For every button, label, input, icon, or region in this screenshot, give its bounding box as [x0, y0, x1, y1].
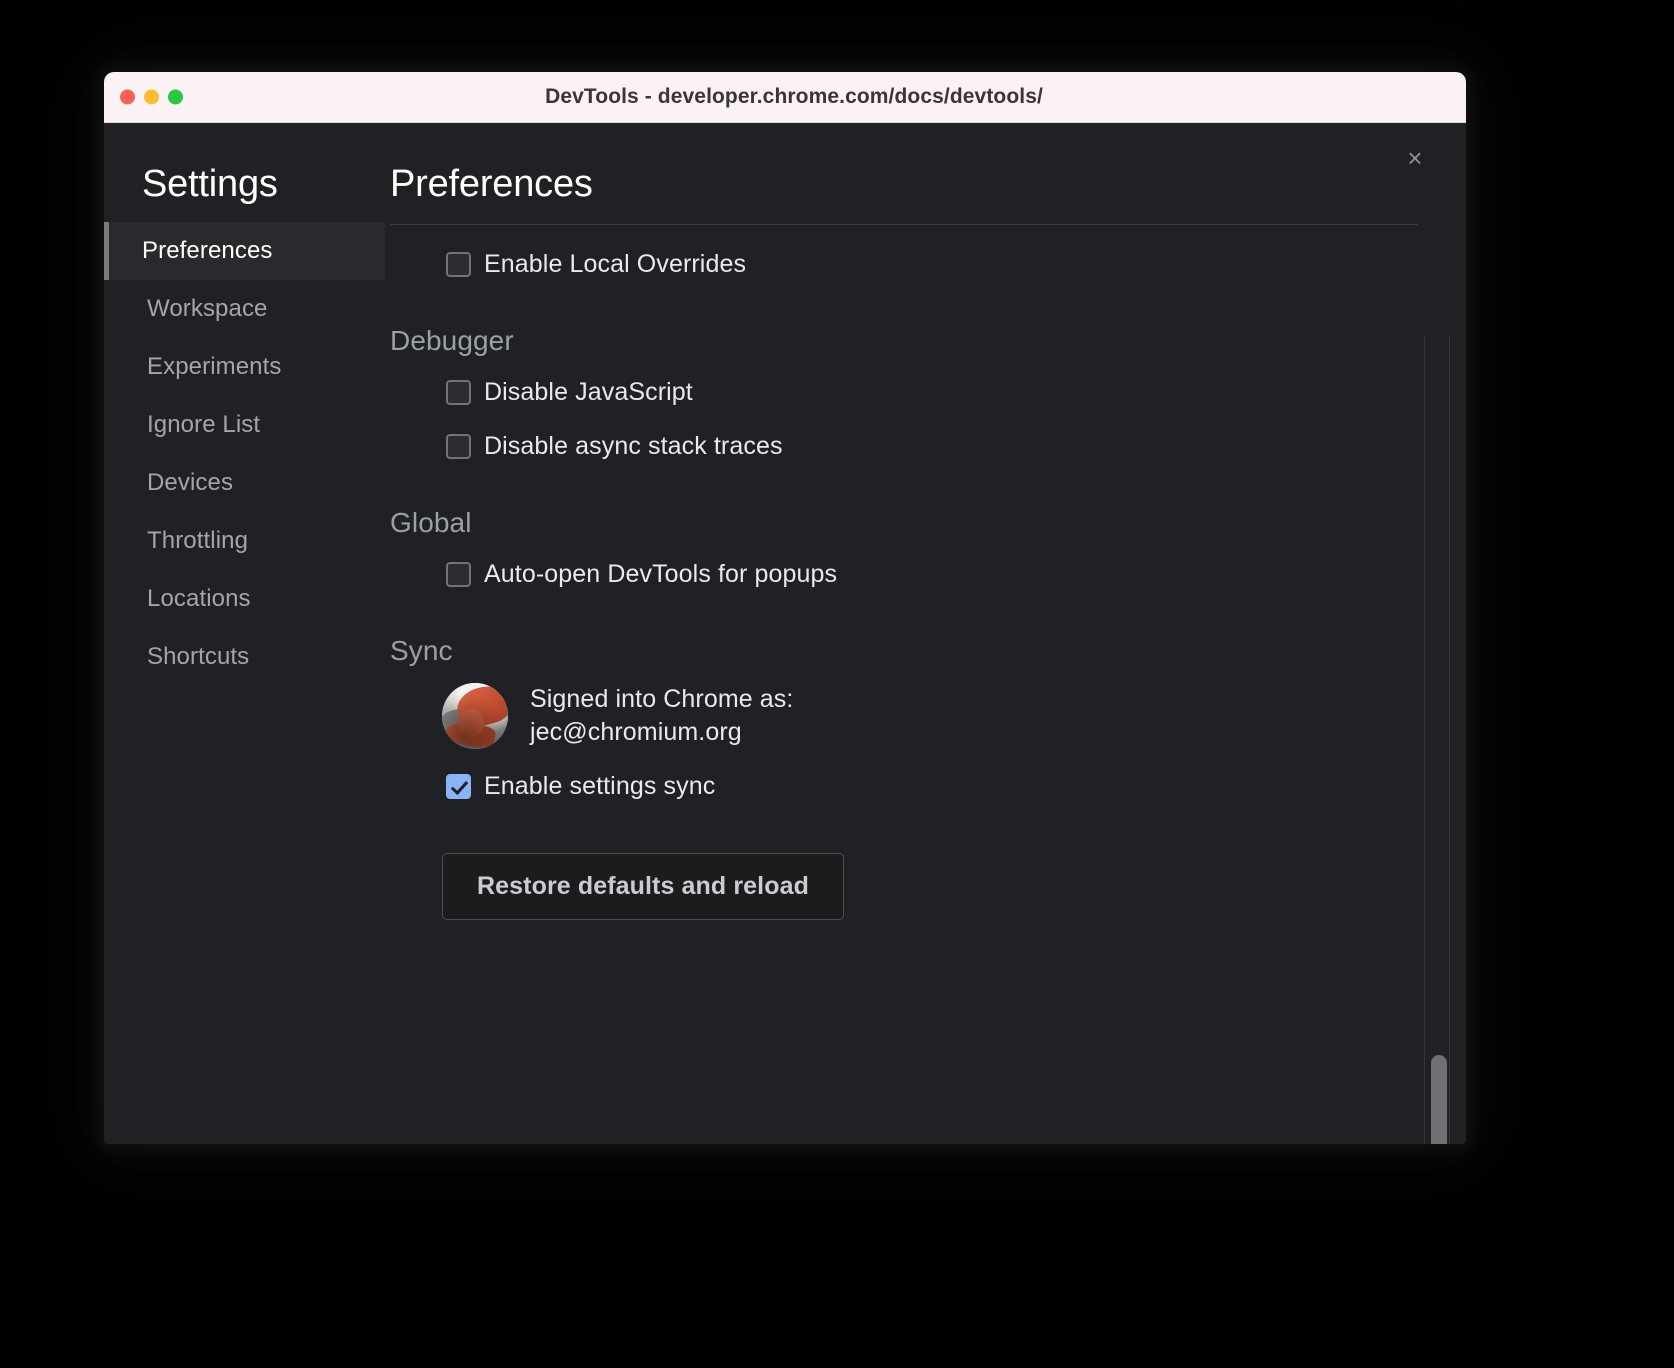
- setting-label: Enable Local Overrides: [484, 250, 746, 279]
- window-titlebar: DevTools - developer.chrome.com/docs/dev…: [104, 72, 1466, 123]
- sidebar-item-label: Devices: [147, 469, 233, 497]
- setting-label: Auto-open DevTools for popups: [484, 560, 837, 589]
- setting-label: Enable settings sync: [484, 772, 715, 801]
- page-title: Preferences: [390, 123, 1466, 224]
- sidebar-item-label: Preferences: [142, 237, 273, 265]
- sidebar-item-workspace[interactable]: Workspace: [104, 280, 385, 338]
- signed-in-label: Signed into Chrome as:: [530, 683, 793, 716]
- close-window-button[interactable]: [120, 90, 135, 105]
- traffic-light-buttons: [120, 90, 183, 105]
- setting-row-disable-javascript[interactable]: Disable JavaScript: [390, 365, 1466, 419]
- scrollbar-thumb[interactable]: [1431, 1055, 1447, 1144]
- preferences-panel: Preferences Enable Local Overrides Debug…: [385, 123, 1466, 1144]
- section-header-sync: Sync: [390, 635, 1466, 667]
- sidebar-title: Settings: [104, 163, 385, 222]
- sidebar-item-devices[interactable]: Devices: [104, 454, 385, 512]
- window-title: DevTools - developer.chrome.com/docs/dev…: [104, 85, 1466, 109]
- setting-row-enable-local-overrides[interactable]: Enable Local Overrides: [390, 237, 1466, 291]
- setting-row-auto-open-devtools-for-popups[interactable]: Auto-open DevTools for popups: [390, 547, 1466, 601]
- app-window: DevTools - developer.chrome.com/docs/dev…: [104, 72, 1466, 1144]
- screen: DevTools - developer.chrome.com/docs/dev…: [0, 0, 1674, 1368]
- avatar: [442, 683, 508, 749]
- settings-sidebar: Settings Preferences Workspace Experimen…: [104, 123, 385, 1144]
- account-text: Signed into Chrome as: jec@chromium.org: [530, 683, 793, 749]
- sidebar-item-label: Throttling: [147, 527, 248, 555]
- restore-defaults-and-reload-button[interactable]: Restore defaults and reload: [442, 853, 844, 920]
- sidebar-item-label: Shortcuts: [147, 643, 249, 671]
- setting-label: Disable async stack traces: [484, 432, 783, 461]
- close-icon[interactable]: ×: [1398, 141, 1432, 175]
- minimize-window-button[interactable]: [144, 90, 159, 105]
- signed-in-account: Signed into Chrome as: jec@chromium.org: [390, 683, 1466, 749]
- checkbox-disable-async-stack-traces[interactable]: [446, 434, 471, 459]
- checkbox-enable-settings-sync[interactable]: [446, 774, 471, 799]
- checkbox-enable-local-overrides[interactable]: [446, 252, 471, 277]
- preferences-scroll-content: Enable Local Overrides Debugger Disable …: [390, 225, 1466, 1144]
- setting-row-disable-async-stack-traces[interactable]: Disable async stack traces: [390, 419, 1466, 473]
- checkbox-auto-open-devtools-for-popups[interactable]: [446, 562, 471, 587]
- sidebar-item-shortcuts[interactable]: Shortcuts: [104, 628, 385, 686]
- sidebar-item-label: Experiments: [147, 353, 281, 381]
- setting-label: Disable JavaScript: [484, 378, 693, 407]
- vertical-scrollbar[interactable]: [1424, 335, 1450, 1144]
- maximize-window-button[interactable]: [168, 90, 183, 105]
- restore-button-container: Restore defaults and reload: [390, 853, 1466, 920]
- section-header-global: Global: [390, 507, 1466, 539]
- setting-row-enable-settings-sync[interactable]: Enable settings sync: [390, 759, 1466, 813]
- sidebar-item-label: Ignore List: [147, 411, 260, 439]
- sidebar-item-label: Locations: [147, 585, 251, 613]
- sidebar-item-preferences[interactable]: Preferences: [104, 222, 385, 280]
- checkbox-disable-javascript[interactable]: [446, 380, 471, 405]
- devtools-settings-dialog: × Settings Preferences Workspace Experim…: [104, 123, 1466, 1144]
- sidebar-item-throttling[interactable]: Throttling: [104, 512, 385, 570]
- sidebar-item-ignore-list[interactable]: Ignore List: [104, 396, 385, 454]
- sidebar-item-experiments[interactable]: Experiments: [104, 338, 385, 396]
- sidebar-item-label: Workspace: [147, 295, 268, 323]
- sidebar-item-locations[interactable]: Locations: [104, 570, 385, 628]
- account-email: jec@chromium.org: [530, 716, 793, 749]
- section-header-debugger: Debugger: [390, 325, 1466, 357]
